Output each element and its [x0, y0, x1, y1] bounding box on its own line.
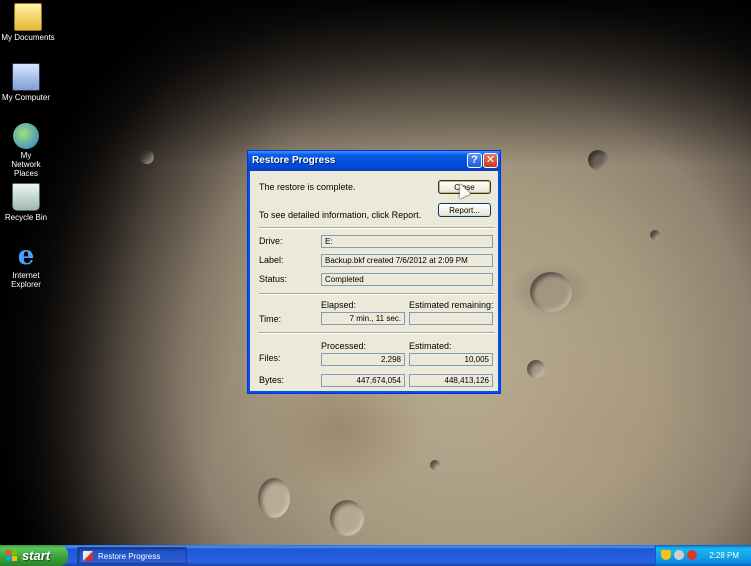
report-hint: To see detailed information, click Repor… — [259, 210, 422, 220]
status-field: Completed — [321, 273, 493, 286]
bytes-processed-field: 447,674,054 — [321, 374, 405, 387]
system-tray: 2:28 PM — [655, 545, 751, 566]
time-label: Time: — [259, 314, 282, 324]
crater — [588, 150, 608, 170]
crater — [330, 500, 364, 536]
start-button[interactable]: start — [0, 545, 68, 566]
desktop-icon-label: My Computer — [1, 93, 50, 102]
window-close-button[interactable]: ✕ — [483, 153, 498, 168]
clock[interactable]: 2:28 PM — [709, 545, 739, 566]
completion-message: The restore is complete. — [259, 182, 356, 192]
files-estimated-field: 10,005 — [409, 353, 493, 366]
remaining-header: Estimated remaining: — [409, 300, 494, 310]
backup-app-icon — [83, 551, 93, 561]
separator — [259, 293, 495, 295]
label-field: Backup.bkf created 7/6/2012 at 2:09 PM — [321, 254, 493, 267]
report-button[interactable]: Report... — [438, 203, 491, 217]
crater — [530, 272, 572, 312]
desktop-icon-label: Internet Explorer — [11, 271, 41, 289]
bytes-label: Bytes: — [259, 375, 285, 385]
help-button[interactable]: ? — [467, 153, 482, 168]
crater — [650, 230, 660, 240]
crater — [140, 150, 154, 164]
recycle-bin-icon — [12, 183, 40, 211]
bytes-estimated-field: 448,413,126 — [409, 374, 493, 387]
folder-documents-icon — [14, 3, 42, 31]
computer-icon — [12, 63, 40, 91]
drive-label: Drive: — [259, 236, 283, 246]
taskbar-button-restore-progress[interactable]: Restore Progress — [77, 547, 187, 564]
title-bar[interactable]: Restore Progress ? ✕ — [248, 151, 500, 171]
drive-field: E: — [321, 235, 493, 248]
windows-logo-icon — [6, 550, 17, 561]
desktop-icon-my-documents[interactable]: My Documents — [0, 3, 56, 42]
separator — [259, 332, 495, 334]
crater — [258, 478, 290, 518]
desktop-icon-my-network-places[interactable]: My Network Places — [0, 123, 54, 178]
crater — [430, 460, 440, 470]
taskbar: start Restore Progress 2:28 PM — [0, 545, 751, 566]
separator — [259, 227, 495, 229]
start-label: start — [22, 548, 51, 563]
dialog-body: The restore is complete. Close To see de… — [251, 171, 497, 391]
desktop-icon-my-computer[interactable]: My Computer — [0, 63, 54, 102]
desktop-icon-internet-explorer[interactable]: e Internet Explorer — [0, 243, 54, 289]
desktop-icon-label: My Network Places — [11, 151, 41, 178]
time-remaining-field — [409, 312, 493, 325]
desktop-icon-label: Recycle Bin — [4, 213, 48, 222]
network-places-icon — [13, 123, 39, 149]
security-shield-icon[interactable] — [661, 550, 671, 560]
elapsed-header: Elapsed: — [321, 300, 357, 310]
label-label: Label: — [259, 255, 284, 265]
time-elapsed-field: 7 min., 11 sec. — [321, 312, 405, 325]
status-label: Status: — [259, 274, 288, 284]
desktop-icon-label: My Documents — [1, 33, 55, 42]
crater — [527, 360, 545, 378]
question-mark-icon: ? — [471, 154, 478, 166]
alert-icon[interactable] — [687, 550, 697, 560]
close-icon: ✕ — [485, 154, 496, 166]
taskbar-button-label: Restore Progress — [98, 552, 161, 561]
desktop-icon-recycle-bin[interactable]: Recycle Bin — [0, 183, 54, 222]
processed-header: Processed: — [321, 341, 367, 351]
files-processed-field: 2,298 — [321, 353, 405, 366]
estimated-header: Estimated: — [409, 341, 452, 351]
files-label: Files: — [259, 353, 281, 363]
window-title: Restore Progress — [252, 155, 336, 166]
network-icon[interactable] — [674, 550, 684, 560]
internet-explorer-icon: e — [17, 241, 35, 271]
